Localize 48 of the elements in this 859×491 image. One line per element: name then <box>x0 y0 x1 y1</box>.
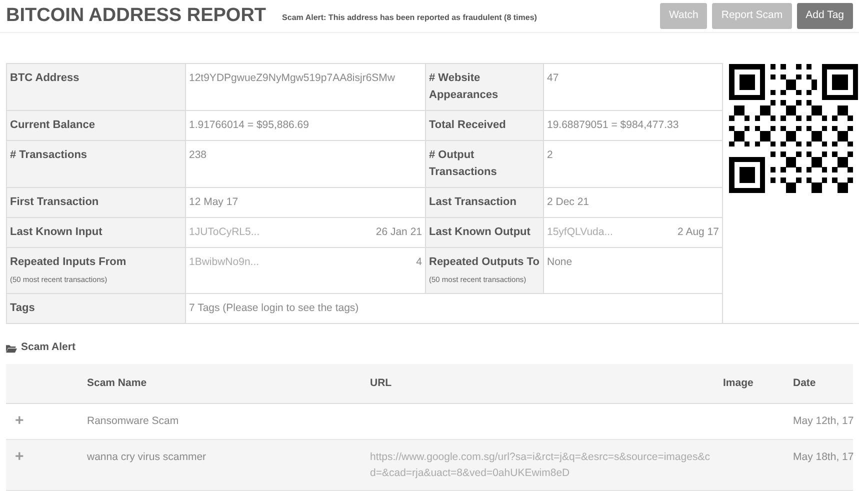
field-value: 12 May 17 <box>189 195 238 210</box>
folder-icon <box>6 344 17 352</box>
field-date: 26 Jan 21 <box>376 225 422 240</box>
field-label: # Transactions <box>10 148 88 163</box>
field-date: 4 <box>416 255 422 270</box>
field-date: 2 Aug 17 <box>678 225 719 240</box>
column-header: Date <box>793 376 816 389</box>
field-value: 15yfQLVuda... <box>547 225 613 240</box>
field-label: Repeated Inputs From <box>10 255 128 270</box>
field-label: Last Known Input <box>10 225 104 240</box>
field-label: Total Received <box>429 118 507 133</box>
field-label: First Transaction <box>10 195 100 210</box>
field-value: 1BwibwNo9n... <box>189 255 260 270</box>
field-value: 12t9YDPgwueZ9NyMgw519p7AA8isjr6SMw <box>189 71 396 86</box>
qr-code-icon <box>729 64 858 193</box>
field-label: Tags <box>10 301 36 316</box>
column-header: Scam Name <box>87 376 147 389</box>
field-value: 47 <box>547 71 559 86</box>
field-label: # Website Appearances <box>429 71 500 103</box>
field-value: 1JUToCyRL5... <box>189 225 260 240</box>
scam-name: Ransomware Scam <box>87 415 179 427</box>
action-button[interactable]: Add Tag <box>796 3 853 29</box>
field-value: None <box>547 255 572 270</box>
page-title: BITCOIN ADDRESS REPORT <box>6 4 266 28</box>
field-label: Current Balance <box>10 118 96 133</box>
field-value: 2 <box>547 148 553 163</box>
field-label: Repeated Outputs To <box>429 255 540 270</box>
field-label: # Output Transactions <box>429 148 498 180</box>
column-header: URL <box>370 376 392 389</box>
field-value: 238 <box>189 148 207 163</box>
scam-url-link[interactable]: https://www.google.com.sg/url?sa=i&rct=j&q=&esrc=s&source=images&cd=&cad=rja&uact=8&ved=0ahUKEwim8eD <box>370 449 715 481</box>
expand-button[interactable]: + <box>15 413 24 429</box>
field-value: 2 Dec 21 <box>547 195 590 210</box>
scam-date: May 18th, 17 <box>793 451 854 463</box>
field-value: 7 Tags (Please login to see the tags) <box>189 301 359 316</box>
field-value: 19.68879051 = $984,477.33 <box>547 118 679 133</box>
scam-name: wanna cry virus scammer <box>87 451 206 463</box>
scam-alert-text: Scam Alert: This address has been reported as fraudulent (8 times) <box>282 12 537 24</box>
expand-button[interactable]: + <box>15 449 24 465</box>
column-header: Image <box>723 376 754 389</box>
field-label: Last Known Output <box>429 225 532 240</box>
section-title: Scam Alert <box>21 340 76 356</box>
action-button[interactable]: Report Scam <box>712 3 792 29</box>
field-value: 1.91766014 = $95,886.69 <box>189 118 309 133</box>
field-label: BTC Address <box>10 71 80 86</box>
field-label: Last Transaction <box>429 195 518 210</box>
action-button[interactable]: Watch <box>660 3 708 29</box>
scam-date: May 12th, 17 <box>793 415 854 427</box>
